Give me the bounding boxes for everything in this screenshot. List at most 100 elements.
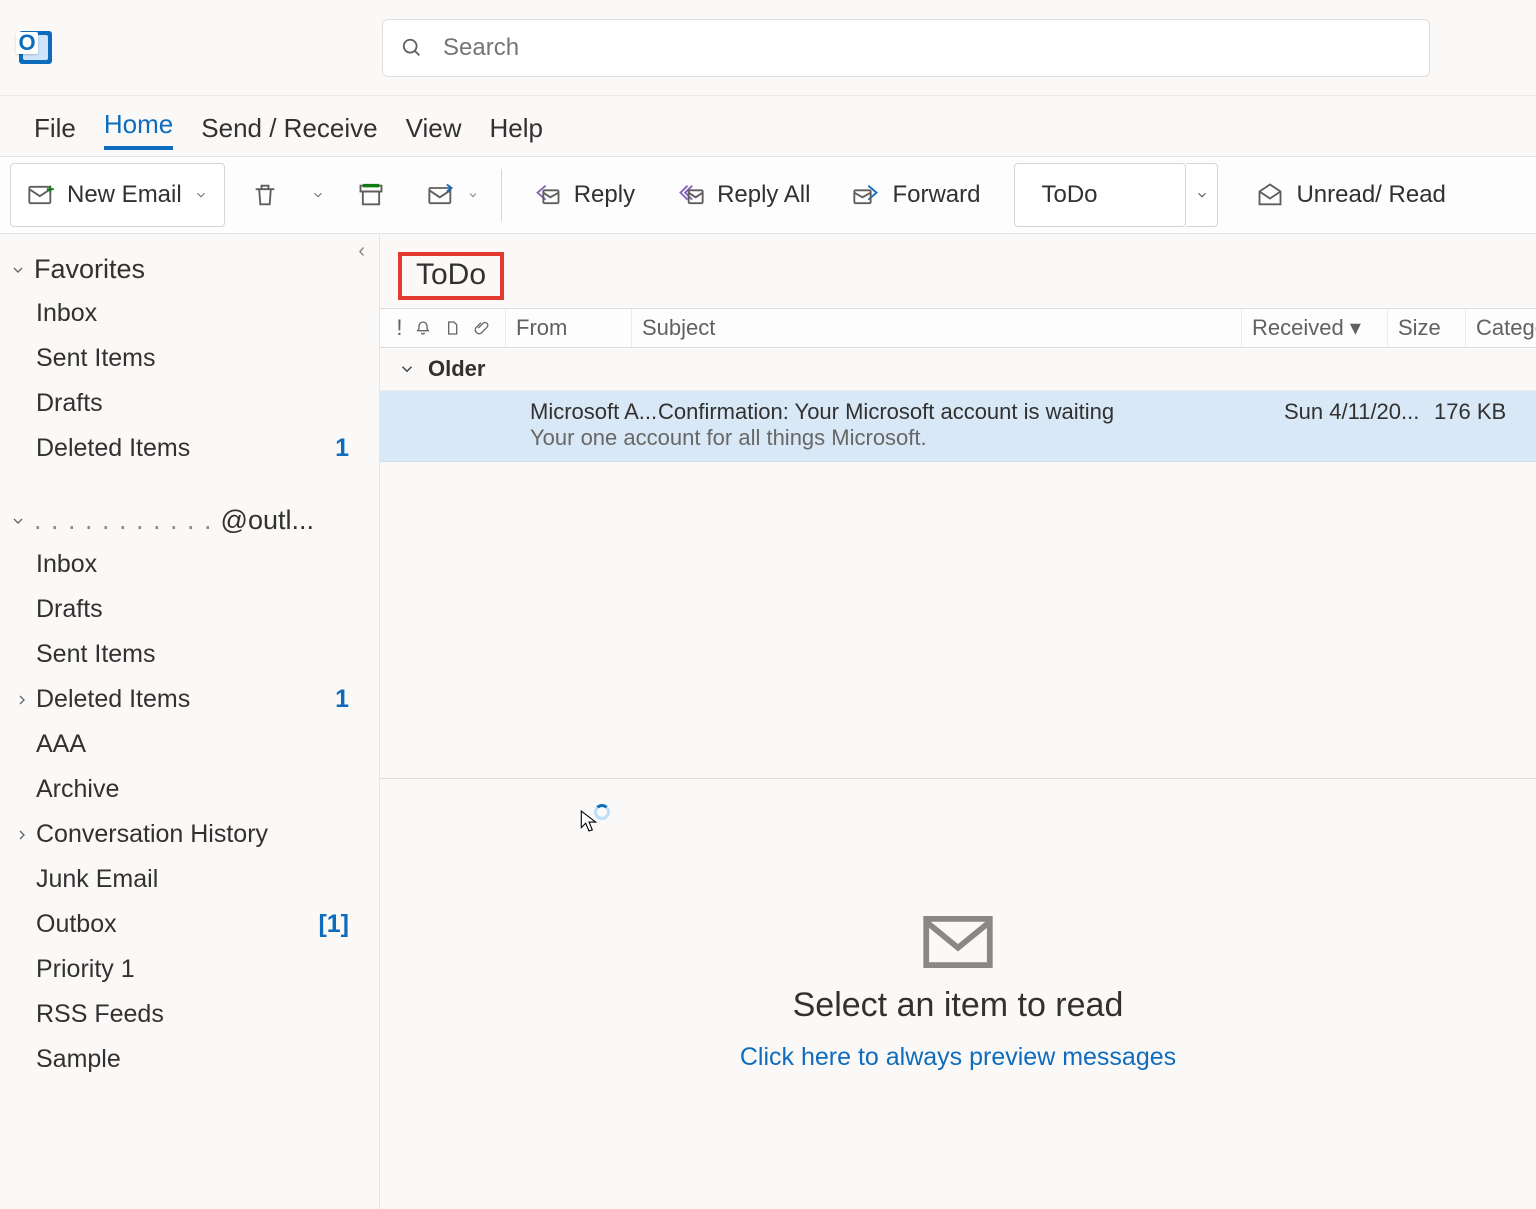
column-categories[interactable]: Catego [1466,309,1536,347]
reading-pane: Select an item to read Click here to alw… [380,779,1536,1209]
folder-label: Drafts [36,595,103,624]
tab-file[interactable]: File [34,113,76,150]
favorites-header[interactable]: Favorites [0,244,379,291]
tab-view[interactable]: View [406,113,462,150]
favorites-deleted-items[interactable]: Deleted Items 1 [0,426,379,471]
reply-icon [534,181,562,209]
move-dropdown-button[interactable] [411,163,495,227]
account-junk-email[interactable]: Junk Email [0,857,379,902]
favorites-sent-items[interactable]: Sent Items [0,336,379,381]
column-subject[interactable]: Subject [632,309,1242,347]
forward-label: Forward [892,181,980,209]
column-headers: ! From Subject Received ▾ Size Catego [380,308,1536,348]
unread-read-button[interactable]: Unread/ Read [1240,163,1461,227]
account-aaa[interactable]: AAA [0,722,379,767]
reading-pane-title: Select an item to read [793,986,1124,1025]
chevron-down-icon [398,360,416,378]
folder-count: 1 [335,434,379,463]
message-subject: Confirmation: Your Microsoft account is … [658,399,1284,425]
main-area: ‹ Favorites Inbox Sent Items Drafts Dele… [0,234,1536,1209]
favorites-inbox[interactable]: Inbox [0,291,379,336]
search-icon [401,37,423,59]
account-header[interactable]: . . . . . . . . . . . @outl... [0,495,379,542]
account-deleted-items[interactable]: Deleted Items 1 [0,677,379,722]
forward-button[interactable]: Forward [836,163,996,227]
account-inbox[interactable]: Inbox [0,542,379,587]
folder-label: Sent Items [36,344,156,373]
favorites-drafts[interactable]: Drafts [0,381,379,426]
new-email-label: New Email [67,181,182,209]
folder-label: Archive [36,775,119,804]
menu-bar: File Home Send / Receive View Help [0,96,1536,156]
column-received[interactable]: Received ▾ [1242,309,1388,347]
sort-desc-icon: ▾ [1350,315,1361,340]
message-row[interactable]: Microsoft A... Confirmation: Your Micros… [380,391,1536,462]
forward-icon [852,181,880,209]
folder-label: Inbox [36,550,97,579]
account-redacted: . . . . . . . . . . . [34,505,213,536]
column-size[interactable]: Size [1388,309,1466,347]
folder-nav: ‹ Favorites Inbox Sent Items Drafts Dele… [0,234,380,1209]
move-to-folder-dropdown[interactable] [1186,163,1218,227]
title-bar [0,0,1536,96]
move-to-folder[interactable] [996,163,1218,227]
account-outbox[interactable]: Outbox [1] [0,902,379,947]
group-older[interactable]: Older [380,348,1536,391]
new-email-button[interactable]: New Email [10,163,225,227]
column-from[interactable]: From [506,309,632,347]
message-size: 176 KB [1434,399,1514,425]
list-header: ToDo [380,234,1536,308]
new-mail-icon [27,181,55,209]
mail-open-icon [1256,181,1284,209]
outlook-app-icon [19,31,52,64]
unread-read-label: Unread/ Read [1296,181,1445,209]
folder-label: Conversation History [36,820,268,849]
folder-label: Priority 1 [36,955,135,984]
account-priority-1[interactable]: Priority 1 [0,947,379,992]
account-drafts[interactable]: Drafts [0,587,379,632]
favorites-label: Favorites [34,254,145,285]
account-archive[interactable]: Archive [0,767,379,812]
busy-spinner-icon [594,804,610,820]
delete-dropdown[interactable] [305,163,331,227]
archive-button[interactable] [341,163,401,227]
reply-all-button[interactable]: Reply All [661,163,826,227]
archive-icon [357,181,385,209]
chevron-down-icon [1195,188,1209,202]
mail-outline-icon [922,916,994,968]
account-sample[interactable]: Sample [0,1037,379,1082]
search-box[interactable] [382,19,1430,77]
account-sent-items[interactable]: Sent Items [0,632,379,677]
account-rss-feeds[interactable]: RSS Feeds [0,992,379,1037]
folder-label: Drafts [36,389,103,418]
always-preview-link[interactable]: Click here to always preview messages [740,1043,1176,1072]
account-conversation-history[interactable]: Conversation History [0,812,379,857]
folder-count: [1] [318,910,379,939]
move-mail-icon [427,181,455,209]
column-received-label: Received [1252,315,1344,340]
current-folder-title: ToDo [398,252,504,300]
reply-button[interactable]: Reply [518,163,651,227]
chevron-down-icon [10,513,26,529]
list-empty-space [380,462,1536,779]
tab-help[interactable]: Help [489,113,542,150]
ribbon-separator [501,169,502,221]
ribbon: New Email Reply Reply All Forward [0,156,1536,234]
folder-label: Sample [36,1045,121,1074]
folder-label: AAA [36,730,86,759]
folder-label: Deleted Items [36,685,190,714]
collapse-nav-button[interactable]: ‹ [358,240,365,263]
tab-home[interactable]: Home [104,109,173,150]
chevron-down-icon [311,188,325,202]
search-input[interactable] [443,34,1411,62]
mouse-cursor [580,810,610,832]
column-icons[interactable]: ! [380,309,506,347]
message-from: Microsoft A... [530,399,658,425]
folder-label: Inbox [36,299,97,328]
delete-button[interactable] [235,163,295,227]
reply-label: Reply [574,181,635,209]
move-to-folder-input[interactable] [1041,181,1171,209]
tab-send-receive[interactable]: Send / Receive [201,113,377,150]
trash-icon [251,181,279,209]
attachment-icon [473,320,489,336]
